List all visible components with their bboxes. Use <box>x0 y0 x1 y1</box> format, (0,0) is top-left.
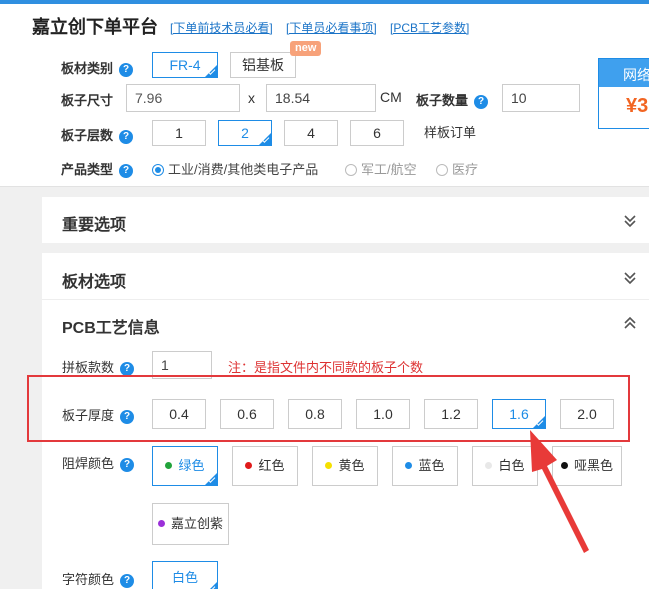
layer-option-1[interactable]: 1 <box>152 120 206 146</box>
color-dot <box>245 462 253 469</box>
help-icon[interactable]: ? <box>119 130 134 144</box>
color-dot <box>560 462 568 469</box>
basic-options-card: 板材类别? FR-4 铝基板 new 板子尺寸 7.96 x 18.54 CM … <box>0 41 649 187</box>
highlight-box <box>27 375 630 442</box>
board-height-input[interactable]: 18.54 <box>266 84 376 112</box>
solder-color-white[interactable]: 白色 <box>472 446 538 486</box>
solder-color-jlc-purple[interactable]: 嘉立创紫 <box>152 503 229 545</box>
solder-color-green[interactable]: 绿色 <box>152 446 218 486</box>
page-title: 嘉立创下单平台 <box>32 17 158 37</box>
silkscreen-label: 字符颜色? <box>62 569 135 588</box>
layer-option-2[interactable]: 2 <box>218 120 272 146</box>
board-material-label: 板材类别? <box>61 58 134 77</box>
solder-mask-label: 阻焊颜色? <box>62 453 135 472</box>
chevron-double-down-icon[interactable] <box>623 271 637 285</box>
section-title: 重要选项 <box>62 217 127 234</box>
section-title: PCB工艺信息 <box>62 320 160 337</box>
layer-option-6[interactable]: 6 <box>350 120 404 146</box>
sample-order-text: 样板订单 <box>424 125 477 140</box>
price-box-title: 网络 <box>599 59 649 87</box>
chevron-double-down-icon[interactable] <box>623 214 637 228</box>
link-order-notes[interactable]: [下单员必看事项] <box>286 19 377 36</box>
panel-count-note: 注：是指文件内不同款的板子个数 <box>228 360 424 375</box>
help-icon[interactable]: ? <box>474 95 489 109</box>
size-times-sign: x <box>248 90 255 106</box>
help-icon[interactable]: ? <box>119 63 134 77</box>
color-dot <box>165 462 173 469</box>
color-dot <box>485 462 493 469</box>
board-width-input[interactable]: 7.96 <box>126 84 240 112</box>
help-icon[interactable]: ? <box>120 362 135 376</box>
page-header: 嘉立创下单平台 [下单前技术员必看] [下单员必看事项] [PCB工艺参数] <box>0 0 649 44</box>
section-important-options[interactable]: 重要选项 <box>42 197 649 243</box>
size-unit: CM <box>380 89 402 105</box>
chevron-double-up-icon[interactable] <box>623 316 637 330</box>
divider <box>42 299 649 300</box>
panel-count-label: 拼板款数? <box>62 357 135 376</box>
board-size-label: 板子尺寸 <box>61 93 114 108</box>
product-type-medical[interactable]: 医疗 <box>436 159 478 178</box>
color-dot <box>405 462 413 469</box>
layers-label: 板子层数? <box>61 125 134 144</box>
link-pcb-params[interactable]: [PCB工艺参数] <box>390 19 469 36</box>
new-badge: new <box>290 41 322 56</box>
board-qty-label: 板子数量? <box>416 90 489 109</box>
color-dot <box>325 462 333 469</box>
help-icon[interactable]: ? <box>120 458 135 472</box>
product-type-military[interactable]: 军工/航空 <box>345 159 417 178</box>
silkscreen-color-white[interactable]: 白色 <box>152 561 218 589</box>
material-option-aluminum[interactable]: 铝基板 <box>230 52 296 78</box>
section-title: 板材选项 <box>62 274 127 291</box>
product-type-label: 产品类型? <box>61 159 134 178</box>
material-option-fr4[interactable]: FR-4 <box>152 52 218 78</box>
layer-option-4[interactable]: 4 <box>284 120 338 146</box>
help-icon[interactable]: ? <box>120 574 135 588</box>
price-box: 网络 ¥3 <box>598 58 649 129</box>
radio-icon <box>436 164 448 176</box>
product-type-industrial[interactable]: 工业/消费/其他类电子产品 <box>152 159 318 178</box>
link-technician-notes[interactable]: [下单前技术员必看] <box>170 19 273 36</box>
radio-icon <box>345 164 357 176</box>
solder-color-matte-black[interactable]: 哑黑色 <box>552 446 622 486</box>
board-qty-input[interactable]: 10 <box>502 84 580 112</box>
help-icon[interactable]: ? <box>119 164 134 178</box>
solder-color-yellow[interactable]: 黄色 <box>312 446 378 486</box>
solder-color-blue[interactable]: 蓝色 <box>392 446 458 486</box>
radio-icon <box>152 164 164 176</box>
color-dot <box>157 520 165 527</box>
solder-color-red[interactable]: 红色 <box>232 446 298 486</box>
price-value: ¥3 <box>626 95 649 117</box>
